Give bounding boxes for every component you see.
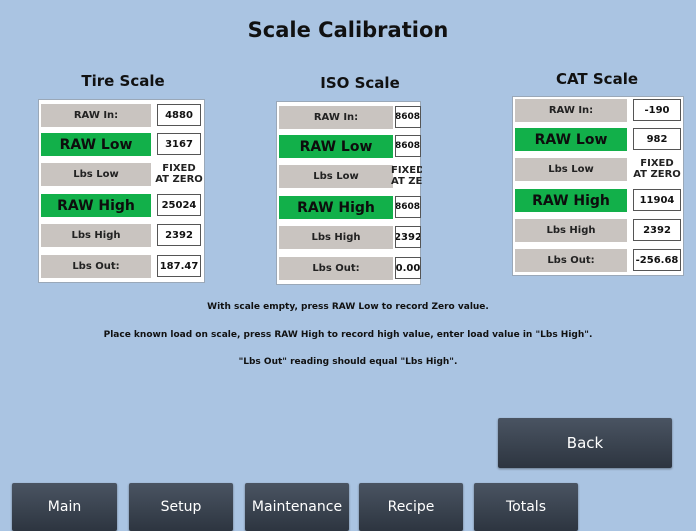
nav-main-button[interactable]: Main [12, 483, 117, 531]
tire-lbs-low-fixed: FIXED AT ZERO [153, 163, 205, 185]
iso-scale-panel: RAW In: 8388608 RAW Low 8388608 Lbs Low … [276, 101, 422, 285]
iso-raw-in-value: 8388608 [395, 106, 421, 128]
iso-lbs-out-value: 0.00 [395, 257, 421, 279]
iso-raw-high-value: 8388608 [395, 196, 421, 218]
tire-scale-panel: RAW In: 4880 RAW Low 3167 Lbs Low FIXED … [38, 99, 205, 283]
cat-lbs-high-label: Lbs High [515, 219, 627, 242]
cat-raw-low-value: 982 [633, 128, 681, 150]
tire-raw-low-button[interactable]: RAW Low [41, 133, 151, 156]
nav-setup-button[interactable]: Setup [129, 483, 233, 531]
cat-lbs-out-value: -256.68 [633, 249, 681, 271]
iso-fixed-line-1: FIXED [391, 165, 422, 176]
iso-lbs-out-label: Lbs Out: [279, 257, 393, 280]
tire-lbs-out-label: Lbs Out: [41, 255, 151, 278]
cat-fixed-line-1: FIXED [640, 158, 674, 169]
cat-scale-title: CAT Scale [555, 70, 639, 88]
page-title: Scale Calibration [247, 18, 449, 42]
iso-raw-high-button[interactable]: RAW High [279, 196, 393, 219]
instruction-line-3: "Lbs Out" reading should equal "Lbs High… [238, 357, 458, 367]
iso-scale-title: ISO Scale [320, 74, 400, 92]
tire-raw-in-value: 4880 [157, 104, 201, 126]
iso-raw-low-value: 8388608 [395, 135, 421, 157]
iso-lbs-low-fixed: FIXED AT ZERO [391, 165, 422, 187]
nav-maintenance-button[interactable]: Maintenance [245, 483, 349, 531]
cat-lbs-high-input[interactable]: 2392 [633, 219, 681, 241]
cat-raw-high-value: 11904 [633, 189, 681, 211]
cat-raw-in-label: RAW In: [515, 99, 627, 122]
tire-raw-high-value: 25024 [157, 194, 201, 216]
tire-lbs-high-label: Lbs High [41, 224, 151, 247]
tire-scale-title: Tire Scale [81, 72, 165, 90]
cat-scale-panel: RAW In: -190 RAW Low 982 Lbs Low FIXED A… [512, 96, 684, 276]
instruction-line-2: Place known load on scale, press RAW Hig… [103, 330, 593, 340]
cat-raw-low-button[interactable]: RAW Low [515, 128, 627, 151]
cat-lbs-out-label: Lbs Out: [515, 249, 627, 272]
iso-raw-low-button[interactable]: RAW Low [279, 135, 393, 158]
iso-fixed-line-2: AT ZERO [391, 176, 422, 187]
tire-raw-low-value: 3167 [157, 133, 201, 155]
iso-lbs-high-label: Lbs High [279, 226, 393, 249]
nav-recipe-button[interactable]: Recipe [359, 483, 463, 531]
cat-raw-in-value: -190 [633, 99, 681, 121]
tire-fixed-line-1: FIXED [162, 163, 196, 174]
tire-raw-high-button[interactable]: RAW High [41, 194, 151, 217]
iso-lbs-low-label: Lbs Low [279, 165, 393, 188]
tire-lbs-out-value: 187.47 [157, 255, 201, 277]
tire-lbs-low-label: Lbs Low [41, 163, 151, 186]
iso-raw-in-label: RAW In: [279, 106, 393, 129]
nav-totals-button[interactable]: Totals [474, 483, 578, 531]
tire-raw-in-label: RAW In: [41, 104, 151, 127]
cat-fixed-line-2: AT ZERO [633, 169, 681, 180]
cat-lbs-low-fixed: FIXED AT ZERO [629, 158, 685, 180]
cat-raw-high-button[interactable]: RAW High [515, 189, 627, 212]
tire-lbs-high-input[interactable]: 2392 [157, 224, 201, 246]
iso-lbs-high-input[interactable]: 2392 [395, 226, 421, 248]
cat-lbs-low-label: Lbs Low [515, 158, 627, 181]
instruction-line-1: With scale empty, press RAW Low to recor… [207, 302, 489, 312]
back-button[interactable]: Back [498, 418, 672, 468]
tire-fixed-line-2: AT ZERO [155, 174, 203, 185]
